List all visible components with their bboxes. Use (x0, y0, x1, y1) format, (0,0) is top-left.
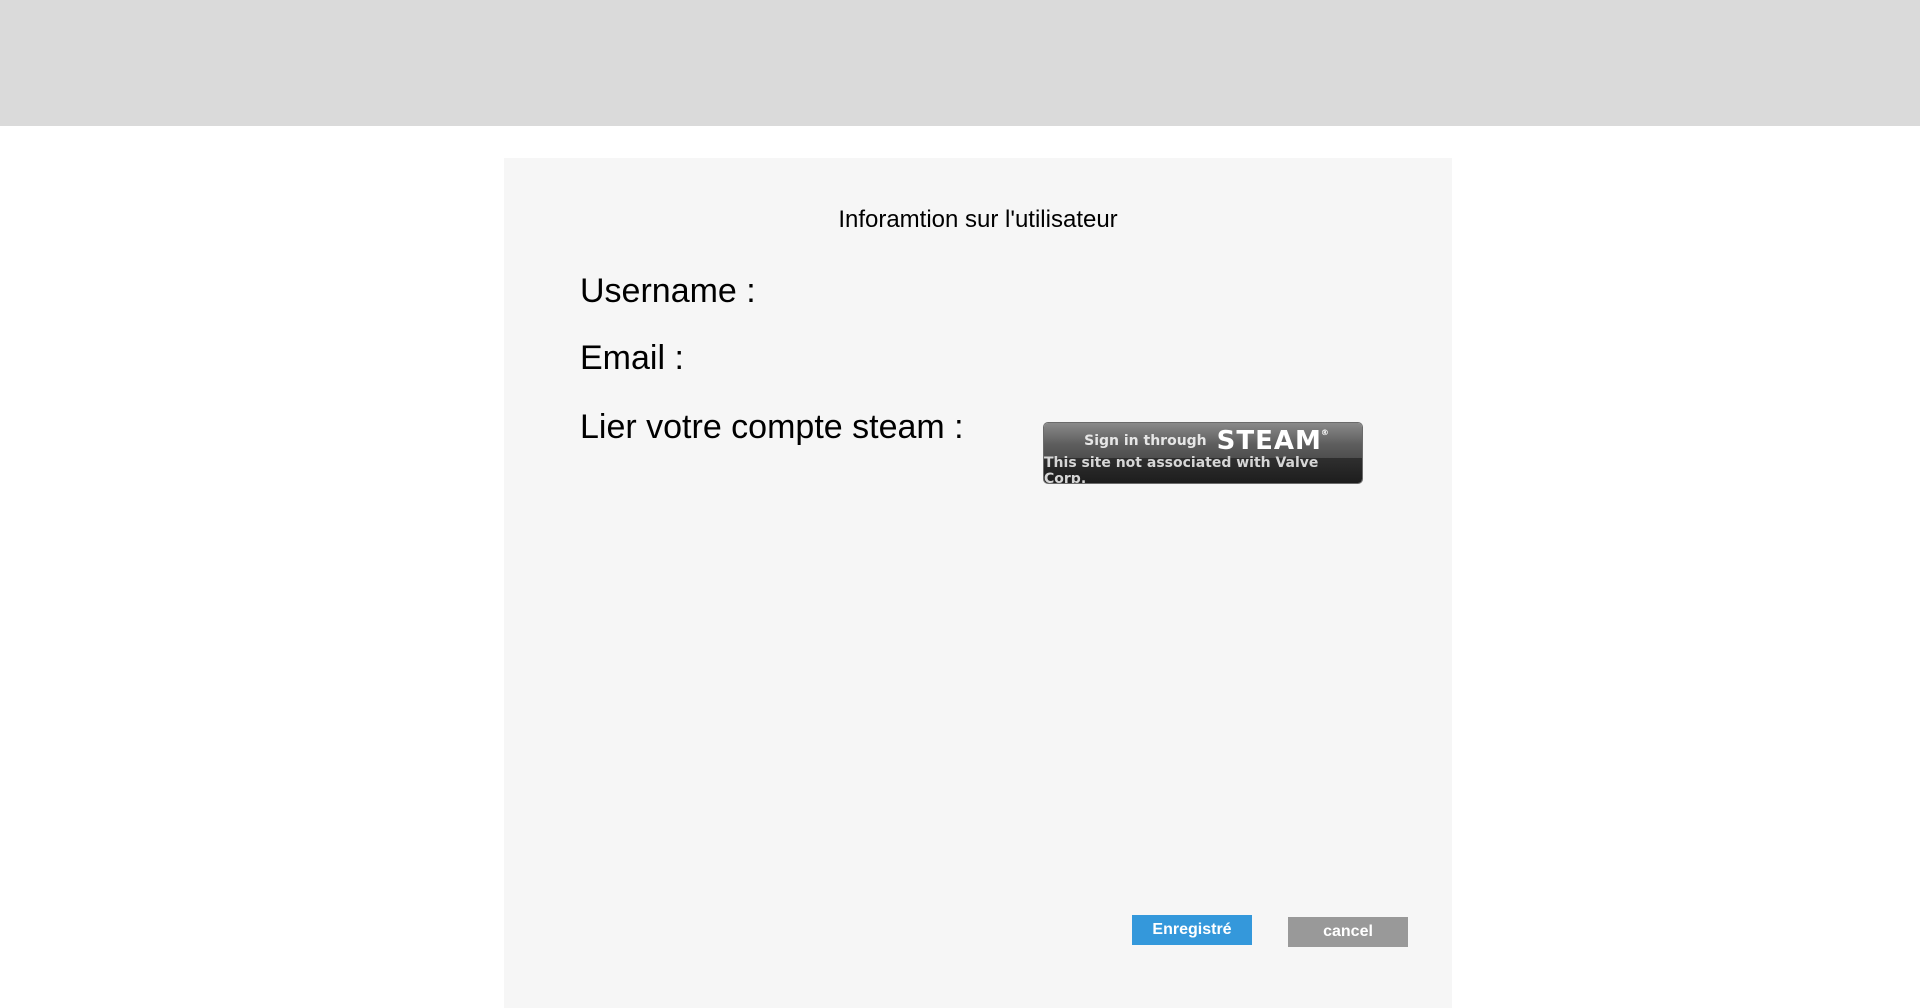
cancel-button[interactable]: cancel (1288, 917, 1408, 947)
panel-title: Inforamtion sur l'utilisateur (838, 206, 1118, 233)
steam-link-label: Lier votre compte steam : (580, 408, 964, 446)
header-bar (0, 0, 1920, 126)
steam-signin-text: Sign in through (1084, 432, 1207, 449)
steam-button-top: Sign in through STEAM ® (1044, 423, 1362, 458)
steam-disclaimer: This site not associated with Valve Corp… (1044, 455, 1362, 483)
save-button[interactable]: Enregistré (1132, 915, 1252, 945)
user-info-panel: Inforamtion sur l'utilisateur Username :… (504, 158, 1452, 1008)
email-label: Email : (580, 339, 684, 377)
steam-brand-text: STEAM (1216, 425, 1322, 456)
steam-trademark: ® (1320, 427, 1330, 437)
steam-signin-button[interactable]: Sign in through STEAM ® This site not ass… (1044, 423, 1362, 483)
steam-logo: STEAM ® (1216, 425, 1329, 456)
username-label: Username : (580, 272, 756, 310)
